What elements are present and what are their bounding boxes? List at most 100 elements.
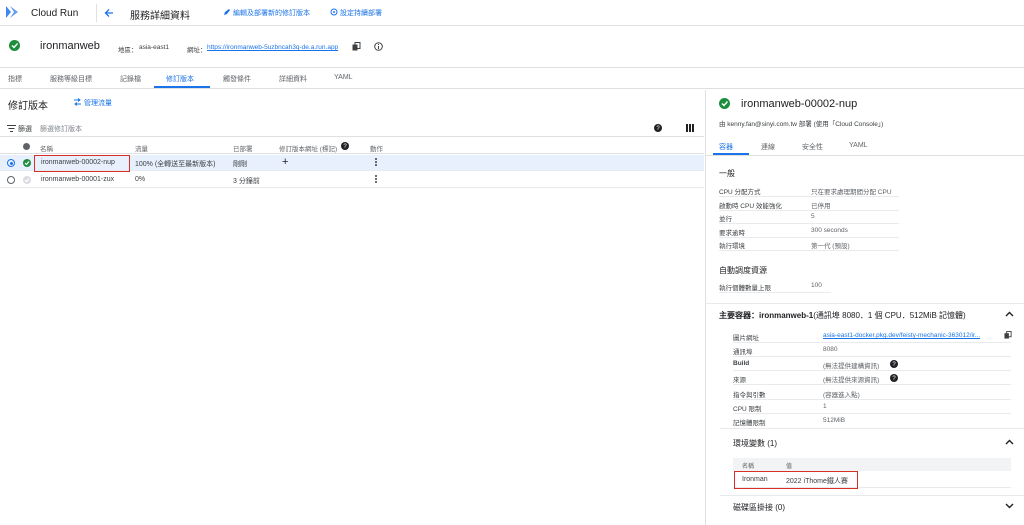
general-key: 要求逾時 — [719, 230, 745, 237]
app-title: Cloud Run — [31, 8, 79, 19]
col-actions: 動作 — [370, 146, 383, 153]
help-icon[interactable]: ? — [890, 374, 898, 382]
tab-details[interactable]: 詳細資料 — [279, 74, 307, 84]
container-key: 指令與引數 — [733, 392, 766, 399]
general-key: 執行環境 — [719, 243, 745, 250]
container-key: CPU 限制 — [733, 406, 762, 413]
manage-traffic-button[interactable]: 管理流量 — [73, 98, 112, 108]
filter-label: 篩選 — [18, 126, 32, 133]
general-heading: 一般 — [719, 169, 735, 178]
divider — [733, 342, 1011, 343]
row-select-radio[interactable] — [7, 176, 15, 184]
container-heading-name: 主要容器：ironmanweb-1 — [719, 311, 814, 320]
container-value: 8080 — [823, 346, 838, 353]
container-value: 512MiB — [823, 417, 846, 424]
general-value: 300 seconds — [811, 227, 848, 234]
divider — [719, 250, 899, 251]
filter-bar: 篩選 篩選修訂版本 ? — [0, 120, 704, 137]
container-key: Build — [733, 360, 750, 367]
image-url-link[interactable]: asia-east1-docker.pkg.dev/feisty-mechani… — [823, 332, 980, 339]
back-arrow-icon[interactable] — [104, 8, 114, 18]
detail-tab-containers[interactable]: 容器 — [719, 142, 733, 152]
chevron-down-icon[interactable] — [1005, 503, 1014, 509]
divider — [706, 303, 1024, 304]
row-actions-menu-icon[interactable] — [375, 158, 377, 167]
swap-arrows-icon — [74, 98, 81, 106]
edit-deploy-button[interactable]: 編輯及部署新的修訂版本 — [223, 8, 310, 18]
row-actions-menu-icon[interactable] — [375, 175, 377, 184]
container-value: (無法提供來源資訊) — [823, 377, 880, 384]
revision-status-icon — [23, 159, 31, 167]
general-key: CPU 分配方式 — [719, 189, 761, 196]
divider — [720, 428, 1024, 429]
top-bar: Cloud Run 服務詳細資料 編輯及部署新的修訂版本 設定持續部署 — [0, 0, 1024, 26]
divider — [719, 196, 899, 197]
divider — [733, 384, 1011, 385]
help-icon[interactable]: ? — [890, 360, 898, 368]
autoscale-heading: 自動調度資源 — [719, 266, 767, 275]
revisions-heading: 修訂版本 — [8, 101, 48, 112]
autoscale-value: 100 — [811, 282, 822, 289]
chevron-up-icon[interactable] — [1005, 439, 1014, 445]
tab-slo[interactable]: 服務等級目標 — [50, 74, 92, 84]
info-icon[interactable] — [374, 42, 383, 51]
tab-triggers[interactable]: 觸發條件 — [223, 74, 251, 84]
env-table-header: 名稱 值 — [733, 458, 1011, 471]
url-tag-help-icon[interactable]: ? — [341, 142, 349, 150]
tab-logs[interactable]: 記錄檔 — [120, 74, 141, 84]
active-tab-indicator — [154, 86, 210, 88]
add-tag-icon[interactable]: + — [282, 156, 288, 168]
env-col-value: 值 — [786, 464, 793, 470]
divider — [706, 155, 1024, 156]
row-select-radio[interactable] — [7, 159, 15, 167]
filter-icon[interactable] — [7, 125, 16, 132]
revision-name[interactable]: ironmanweb-00001-zux — [41, 176, 114, 183]
divider — [733, 370, 1011, 371]
service-url-link[interactable]: https://ironmanweb-5uzbncah3q-de.a.run.a… — [207, 44, 338, 51]
container-heading[interactable]: 主要容器：ironmanweb-1(通訊埠 8080．1 個 CPU．512Mi… — [719, 310, 966, 321]
revision-status-icon — [719, 98, 730, 109]
detail-tab-yaml[interactable]: YAML — [849, 142, 868, 149]
divider — [720, 495, 1024, 496]
general-key: 啟動時 CPU 效能強化 — [719, 203, 782, 210]
divider — [719, 210, 899, 211]
divider — [719, 237, 899, 238]
region-label: 地區： — [118, 47, 138, 54]
divider — [733, 413, 1011, 414]
detail-tab-connections[interactable]: 連線 — [761, 142, 775, 152]
env-vars-heading[interactable]: 環境變數 (1) — [733, 438, 777, 449]
col-traffic[interactable]: 流量 — [135, 143, 148, 153]
deploy-icon — [330, 8, 338, 16]
url-label: 網址： — [187, 47, 207, 54]
column-display-icon[interactable] — [686, 124, 694, 132]
col-name[interactable]: 名稱 — [40, 143, 53, 153]
filter-input[interactable]: 篩選修訂版本 — [40, 124, 82, 134]
tab-revisions[interactable]: 修訂版本 — [166, 74, 194, 84]
revision-deployed: 剛剛 — [233, 161, 247, 168]
copy-icon[interactable] — [352, 42, 361, 51]
pencil-icon — [224, 9, 230, 15]
continuous-deploy-button[interactable]: 設定持續部署 — [330, 8, 382, 18]
revisions-table-header — [0, 139, 704, 154]
detail-tab-security[interactable]: 安全性 — [802, 142, 823, 152]
chevron-up-icon[interactable] — [1005, 311, 1014, 317]
volume-mounts-heading[interactable]: 磁碟區掛接 (0) — [733, 502, 785, 513]
tab-yaml[interactable]: YAML — [334, 74, 353, 81]
container-value: (容器進入點) — [823, 392, 860, 399]
highlight-box — [34, 155, 130, 172]
container-heading-specs: (通訊埠 8080．1 個 CPU．512MiB 記憶體) — [813, 311, 966, 320]
env-col-name: 名稱 — [742, 464, 755, 470]
col-url-tag[interactable]: 修訂版本網址 (標記) — [279, 143, 337, 153]
divider — [719, 292, 831, 293]
tab-metrics[interactable]: 指標 — [8, 74, 22, 84]
region-value: asia-east1 — [139, 44, 169, 51]
general-value: 已停用 — [811, 203, 831, 210]
container-key: 來源 — [733, 377, 746, 384]
container-value: 1 — [823, 403, 827, 410]
copy-icon[interactable] — [1004, 331, 1012, 339]
help-icon[interactable]: ? — [654, 124, 662, 132]
autoscale-key: 執行個體數量上限 — [719, 285, 771, 292]
col-deployed[interactable]: 已部署 — [233, 143, 253, 153]
table-row[interactable]: ironmanweb-00001-zux 0% 3 分鐘前 — [0, 172, 704, 188]
cloud-run-logo-icon — [6, 6, 18, 18]
